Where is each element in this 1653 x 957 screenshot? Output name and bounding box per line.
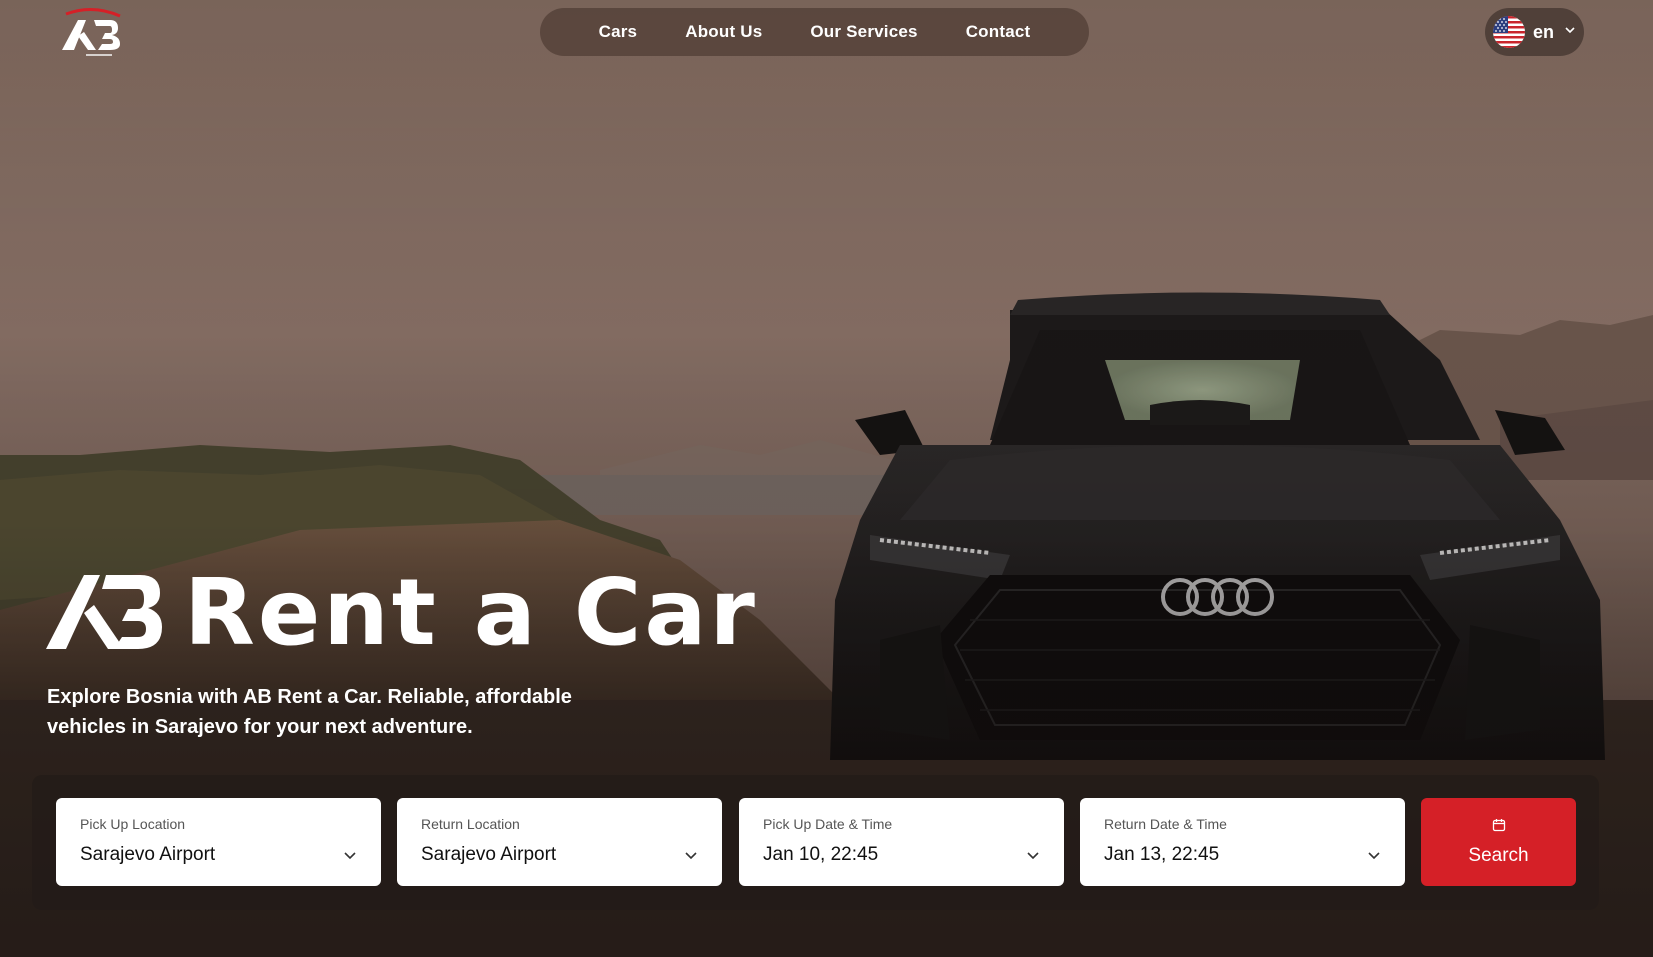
- pickup-datetime-value: Jan 10, 22:45: [763, 844, 879, 865]
- language-code: en: [1533, 21, 1555, 42]
- nav-link-cars[interactable]: Cars: [599, 22, 638, 42]
- language-selector[interactable]: en: [1485, 8, 1584, 56]
- nav-link-about-us[interactable]: About Us: [685, 22, 762, 42]
- search-button-label: Search: [1468, 844, 1529, 866]
- return-location-select[interactable]: Return Location Sarajevo Airport: [397, 798, 722, 886]
- return-datetime-value: Jan 13, 22:45: [1104, 844, 1220, 865]
- return-datetime-select[interactable]: Return Date & Time Jan 13, 22:45: [1080, 798, 1405, 886]
- chevron-down-icon: [1026, 848, 1040, 867]
- pickup-location-label: Pick Up Location: [80, 816, 186, 832]
- hero-brand: Rent a Car: [46, 559, 758, 666]
- hero-tagline: Explore Bosnia with AB Rent a Car. Relia…: [47, 686, 572, 738]
- main-navigation: Cars About Us Our Services Contact: [540, 8, 1089, 56]
- search-button[interactable]: Search: [1421, 798, 1576, 886]
- return-location-label: Return Location: [421, 816, 520, 832]
- calendar-icon: [1492, 818, 1506, 837]
- pickup-location-value: Sarajevo Airport: [80, 844, 216, 865]
- ab-logo-mark: [46, 573, 162, 654]
- us-flag-icon: [1493, 16, 1525, 48]
- chevron-down-icon: [1564, 23, 1576, 41]
- chevron-down-icon: [343, 848, 357, 867]
- hero-title: Rent a Car: [184, 559, 758, 666]
- booking-search-bar: Pick Up Location Sarajevo Airport Return…: [32, 775, 1599, 910]
- chevron-down-icon: [1367, 848, 1381, 867]
- pickup-datetime-label: Pick Up Date & Time: [763, 816, 893, 832]
- brand-logo[interactable]: [58, 6, 128, 58]
- return-datetime-label: Return Date & Time: [1104, 816, 1227, 832]
- nav-link-contact[interactable]: Contact: [966, 22, 1031, 42]
- return-location-value: Sarajevo Airport: [421, 844, 557, 865]
- pickup-location-select[interactable]: Pick Up Location Sarajevo Airport: [56, 798, 381, 886]
- chevron-down-icon: [684, 848, 698, 867]
- nav-link-our-services[interactable]: Our Services: [810, 22, 917, 42]
- pickup-datetime-select[interactable]: Pick Up Date & Time Jan 10, 22:45: [739, 798, 1064, 886]
